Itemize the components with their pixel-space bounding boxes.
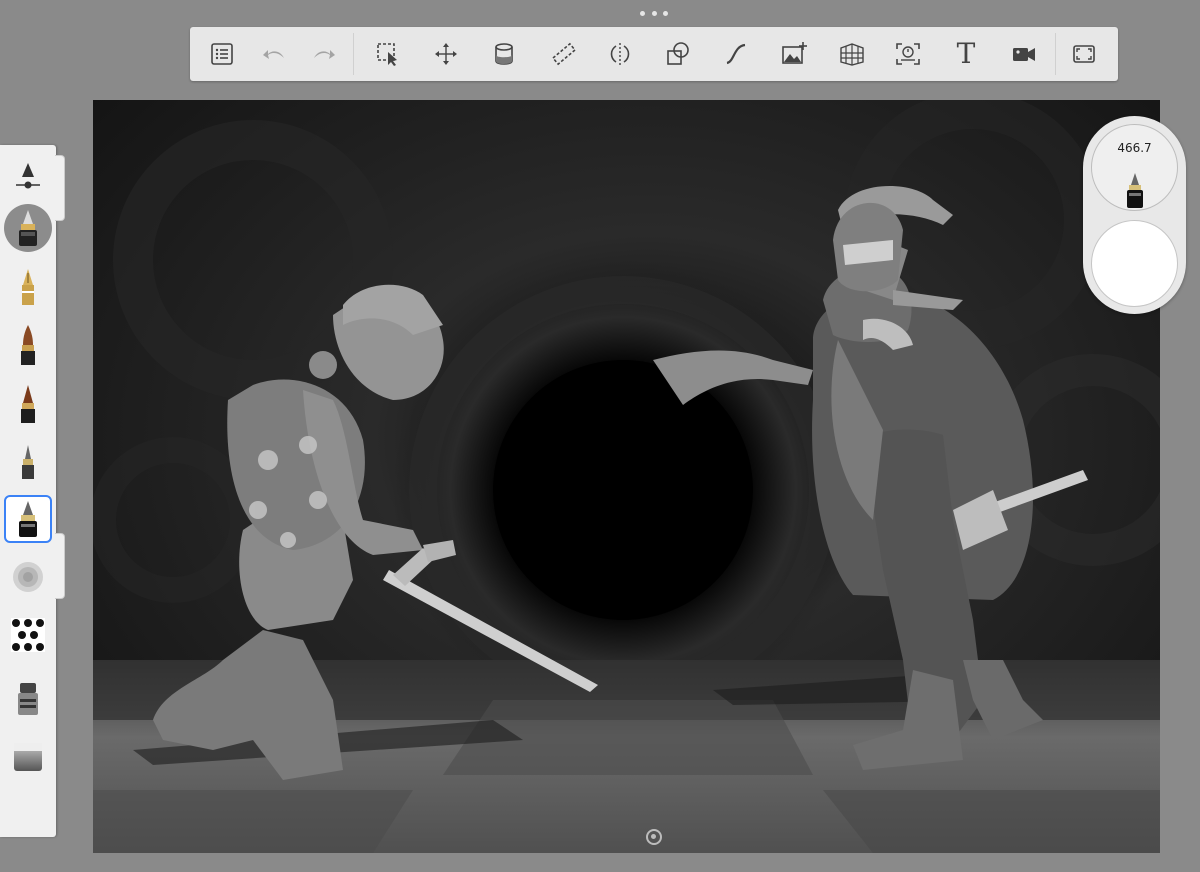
marker-icon[interactable] [4, 379, 52, 427]
text-icon[interactable]: T [942, 27, 990, 81]
list-icon[interactable] [198, 27, 246, 81]
fountain-pen-icon[interactable] [4, 263, 52, 311]
curve-icon[interactable] [712, 27, 760, 81]
brush-palette [0, 145, 65, 837]
image-add-icon[interactable] [770, 27, 818, 81]
color-size-panel: 466.7 [1083, 116, 1186, 314]
current-color-swatch[interactable] [1091, 220, 1178, 307]
paint-bucket-icon[interactable] [480, 27, 528, 81]
canvas-reset-handle-icon[interactable] [646, 829, 662, 845]
ruler-icon[interactable] [540, 27, 588, 81]
fine-pen-icon[interactable] [4, 437, 52, 485]
brush-palette-tab-top[interactable] [55, 155, 65, 221]
main-toolbar: T [190, 27, 1118, 81]
timelapse-icon[interactable] [884, 27, 932, 81]
perspective-grid-icon[interactable] [828, 27, 876, 81]
brush-palette-tab-bottom[interactable] [55, 533, 65, 599]
smudge-icon[interactable] [4, 675, 52, 723]
selection-icon[interactable] [364, 27, 412, 81]
text-tool-label: T [956, 37, 976, 70]
paint-brush-icon[interactable] [4, 321, 52, 369]
airbrush-icon[interactable] [4, 553, 52, 601]
eraser-icon[interactable] [4, 733, 52, 781]
brush-size-value: 466.7 [1117, 141, 1152, 155]
shapes-icon[interactable] [654, 27, 702, 81]
move-icon[interactable] [422, 27, 470, 81]
fullscreen-icon[interactable] [1060, 27, 1108, 81]
drawing-canvas[interactable] [93, 100, 1160, 853]
technical-pen-icon [1127, 173, 1143, 208]
undo-icon[interactable] [250, 27, 298, 81]
size-opacity-slider-icon[interactable] [4, 153, 52, 201]
canvas-artwork [93, 100, 1160, 853]
technical-pen-icon[interactable] [4, 495, 52, 543]
brush-size-puck[interactable]: 466.7 [1091, 124, 1178, 211]
window-handle-dots[interactable] [640, 8, 668, 18]
video-icon[interactable] [1000, 27, 1048, 81]
symmetry-icon[interactable] [596, 27, 644, 81]
pattern-icon[interactable] [4, 611, 52, 659]
ink-pen-icon[interactable] [4, 204, 52, 252]
redo-icon[interactable] [300, 27, 348, 81]
